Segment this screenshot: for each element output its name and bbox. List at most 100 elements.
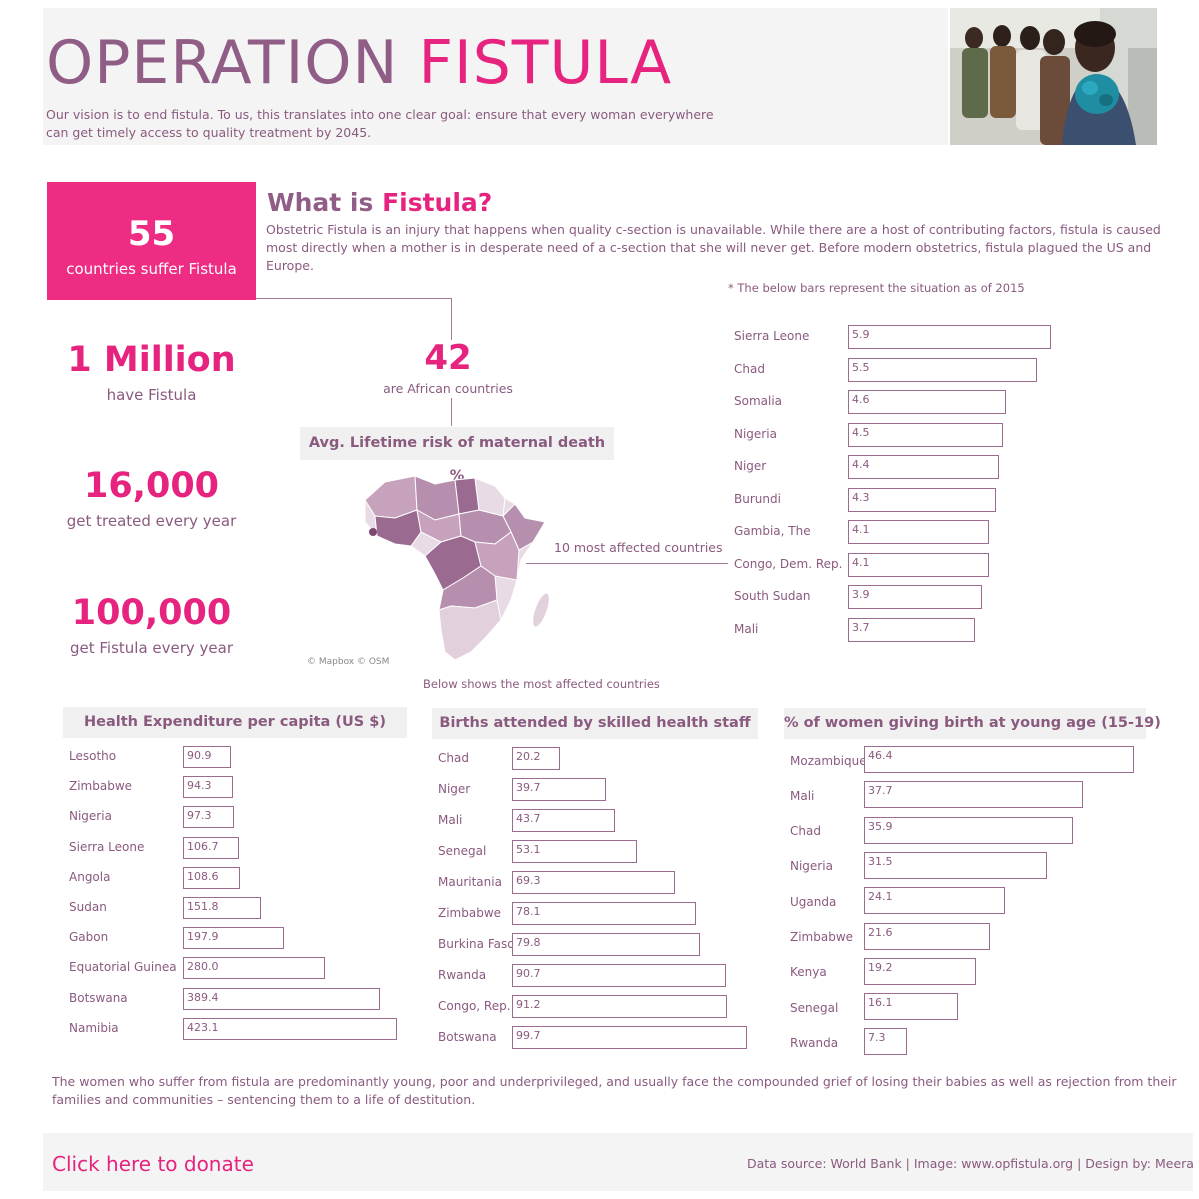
health-expenditure-title: Health Expenditure per capita (US $): [63, 707, 407, 738]
page-title: OPERATION FISTULA: [46, 28, 672, 98]
bar-births-attended-9[interactable]: [512, 1026, 747, 1049]
bar-value-young-births-4: 24.1: [868, 890, 893, 904]
what-text-line3: Europe.: [266, 258, 314, 273]
bar-lifetime-risk-3[interactable]: [848, 422, 1003, 447]
bars-situation-note: * The below bars represent the situation…: [728, 281, 1025, 295]
footer-note-line2: families and communities – sentencing th…: [52, 1092, 476, 1107]
lifetime-risk-chart: Sierra Leone 5.9 Chad 5.5 Somalia 4.6 Nigeria 4…: [730, 320, 1060, 650]
bar-label-births-attended-8: Congo, Rep.: [438, 998, 511, 1013]
bar-label-health-expenditure-3: Sierra Leone: [69, 839, 145, 854]
bar-value-lifetime-risk-0: 5.9: [852, 328, 870, 341]
bar-label-births-attended-4: Mauritania: [438, 874, 502, 889]
bar-label-health-expenditure-5: Sudan: [69, 900, 107, 914]
what-is-fistula-heading: What is Fistula?: [267, 188, 492, 217]
bar-lifetime-risk-1[interactable]: [848, 357, 1038, 382]
bar-value-lifetime-risk-5: 4.3: [852, 490, 870, 504]
bar-label-young-births-0: Mozambique: [790, 753, 867, 768]
kpi-countries-label: countries suffer Fistula: [66, 260, 237, 278]
young-births-chart: Mozambique 46.4 Mali 37.7 Chad 35.9 Nigeria 31.…: [784, 742, 1146, 1062]
bar-label-births-attended-7: Rwanda: [438, 967, 487, 982]
bar-label-health-expenditure-8: Botswana: [69, 990, 128, 1005]
bar-label-lifetime-risk-8: South Sudan: [734, 589, 811, 603]
bar-young-births-0[interactable]: [864, 746, 1134, 773]
title-operation: OPERATION: [46, 28, 399, 98]
bar-young-births-2[interactable]: [864, 816, 1074, 844]
kpi-african-label: are African countries: [383, 381, 513, 396]
bar-births-attended-8[interactable]: [512, 995, 727, 1018]
most-affected-label: 10 most affected countries: [554, 540, 723, 555]
bar-label-young-births-7: Senegal: [790, 1000, 839, 1015]
bar-value-health-expenditure-9: 423.1: [187, 1020, 219, 1034]
africa-map-svg: [364, 475, 550, 661]
bar-label-health-expenditure-4: Angola: [69, 869, 111, 884]
vision-text-line1: Our vision is to end fistula. To us, thi…: [46, 107, 714, 122]
kpi-treated-label: get treated every year: [66, 512, 237, 530]
bar-label-lifetime-risk-3: Nigeria: [734, 426, 777, 441]
what-text-line2: most directly when a mother is in desper…: [266, 240, 1152, 255]
bar-label-health-expenditure-2: Nigeria: [69, 809, 112, 824]
below-shows-label: Below shows the most affected countries: [423, 677, 660, 691]
bar-label-young-births-8: Rwanda: [790, 1035, 839, 1050]
vision-text-line2: can get timely access to quality treatme…: [46, 125, 372, 140]
bar-value-health-expenditure-6: 197.9: [187, 930, 219, 944]
connector-line-horizontal: [256, 298, 452, 299]
bar-label-young-births-4: Uganda: [790, 894, 837, 909]
bar-value-births-attended-1: 39.7: [516, 781, 541, 794]
bar-value-health-expenditure-0: 90.9: [187, 749, 212, 762]
map-title: Avg. Lifetime risk of maternal death %: [300, 427, 614, 484]
footer-note-line1: The women who suffer from fistula are pr…: [52, 1074, 1177, 1089]
what-title-part2: Fistula?: [382, 188, 493, 217]
bar-label-young-births-6: Kenya: [790, 965, 827, 980]
bar-value-lifetime-risk-2: 4.6: [852, 393, 870, 406]
africa-map[interactable]: [355, 470, 565, 665]
bar-value-births-attended-2: 43.7: [516, 812, 541, 825]
health-expenditure-chart: Lesotho 90.9 Zimbabwe 94.3 Nigeria 97.3 Sierra…: [63, 740, 407, 1050]
bar-value-health-expenditure-1: 94.3: [187, 779, 212, 793]
bar-value-births-attended-8: 91.2: [516, 998, 541, 1011]
bar-label-lifetime-risk-6: Gambia, The: [734, 524, 811, 538]
bar-value-health-expenditure-2: 97.3: [187, 809, 212, 823]
connector-line-vertical-bottom: [451, 398, 452, 426]
bar-lifetime-risk-0[interactable]: [848, 325, 1051, 349]
bar-value-lifetime-risk-1: 5.5: [852, 360, 870, 374]
bar-value-births-attended-5: 78.1: [516, 905, 541, 918]
kpi-newcases-value: 100,000: [71, 593, 232, 633]
bar-births-attended-7[interactable]: [512, 964, 726, 987]
kpi-african-value: 42: [424, 338, 472, 378]
what-title-part1: What is: [267, 188, 374, 217]
bar-value-young-births-6: 19.2: [868, 960, 893, 974]
bar-value-lifetime-risk-6: 4.1: [852, 523, 870, 536]
bar-label-lifetime-risk-1: Chad: [734, 361, 765, 376]
bar-value-births-attended-3: 53.1: [516, 843, 541, 856]
bar-value-young-births-2: 35.9: [868, 819, 893, 833]
bar-label-health-expenditure-0: Lesotho: [69, 749, 117, 763]
bar-lifetime-risk-5[interactable]: [848, 487, 996, 512]
bar-label-lifetime-risk-5: Burundi: [734, 491, 781, 506]
donate-link[interactable]: Click here to donate: [52, 1152, 254, 1176]
bar-lifetime-risk-2[interactable]: [848, 390, 1007, 414]
bar-value-health-expenditure-8: 389.4: [187, 990, 219, 1004]
bar-label-young-births-3: Nigeria: [790, 859, 833, 874]
bar-value-young-births-8: 7.3: [868, 1031, 886, 1045]
bar-value-lifetime-risk-7: 4.1: [852, 555, 870, 569]
bar-value-births-attended-4: 69.3: [516, 874, 541, 887]
title-fistula: FISTULA: [418, 28, 673, 98]
bar-label-health-expenditure-6: Gabon: [69, 930, 109, 945]
bar-value-health-expenditure-5: 151.8: [187, 900, 219, 913]
bar-value-lifetime-risk-4: 4.4: [852, 458, 870, 471]
bar-value-births-attended-9: 99.7: [516, 1029, 541, 1042]
bar-label-births-attended-2: Mali: [438, 812, 463, 827]
bar-value-lifetime-risk-8: 3.9: [852, 588, 870, 601]
kpi-newcases-label: get Fistula every year: [69, 639, 234, 657]
bar-lifetime-risk-4[interactable]: [848, 455, 1000, 479]
bar-value-births-attended-7: 90.7: [516, 967, 541, 980]
bar-label-lifetime-risk-0: Sierra Leone: [734, 329, 810, 343]
bar-label-births-attended-9: Botswana: [438, 1029, 497, 1044]
young-births-title: % of women giving birth at young age (15…: [784, 708, 1161, 739]
what-text-line1: Obstetric Fistula is an injury that happ…: [266, 222, 1161, 237]
kpi-countries-card: 55 countries suffer Fistula: [47, 182, 256, 300]
bar-label-health-expenditure-1: Zimbabwe: [69, 779, 133, 794]
bar-young-births-1[interactable]: [864, 781, 1084, 809]
map-attribution: © Mapbox © OSM: [307, 657, 390, 667]
births-attended-title: Births attended by skilled health staff: [432, 708, 758, 739]
